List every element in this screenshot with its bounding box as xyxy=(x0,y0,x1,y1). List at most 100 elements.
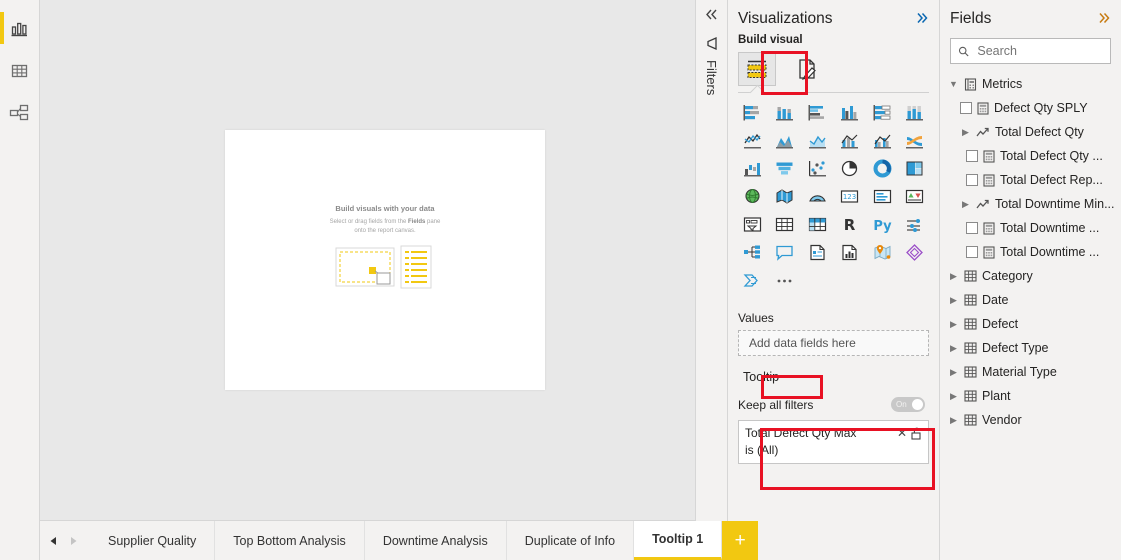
visual-type-decomposition-tree[interactable] xyxy=(736,239,769,265)
page-tab-downtime-analysis[interactable]: Downtime Analysis xyxy=(364,521,507,560)
report-canvas[interactable]: Build visuals with your data Select or d… xyxy=(225,130,545,390)
chevron-right-icon[interactable]: ▶ xyxy=(948,271,959,282)
field-label: Total Defect Rep... xyxy=(1000,173,1103,187)
build-visual-tab[interactable] xyxy=(738,52,776,86)
visual-type-100-stacked-column-chart[interactable] xyxy=(899,99,932,125)
field-checkbox[interactable] xyxy=(966,246,978,258)
visual-type-q-and-a[interactable] xyxy=(769,239,802,265)
field-tree-item-total-downtime-2[interactable]: Total Downtime ... xyxy=(940,240,1121,264)
field-tree-item-metrics[interactable]: ▼ Metrics xyxy=(940,72,1121,96)
visual-type-narrative[interactable] xyxy=(801,239,834,265)
field-checkbox[interactable] xyxy=(966,222,978,234)
prev-page-button[interactable] xyxy=(46,534,60,548)
visual-type-treemap[interactable] xyxy=(899,155,932,181)
field-tree-item-category[interactable]: ▶ Category xyxy=(940,264,1121,288)
visual-type-arcgis-map[interactable] xyxy=(801,183,834,209)
format-visual-tab[interactable] xyxy=(788,52,826,86)
expand-visualizations-button[interactable] xyxy=(915,11,929,27)
chevron-down-icon[interactable]: ▼ xyxy=(948,79,959,89)
visual-type-slicer[interactable] xyxy=(736,211,769,237)
visual-type-100-stacked-bar-chart[interactable] xyxy=(866,99,899,125)
add-page-button[interactable]: + xyxy=(722,521,759,560)
visual-type-multi-row-card[interactable] xyxy=(866,183,899,209)
visual-type-key-influencers[interactable] xyxy=(899,211,932,237)
visual-type-more-button[interactable] xyxy=(769,267,802,293)
filter-card-lock-button[interactable] xyxy=(911,427,922,440)
visual-type-filled-map[interactable] xyxy=(769,183,802,209)
chevron-right-icon[interactable]: ▶ xyxy=(948,415,959,426)
rail-item-report-view[interactable] xyxy=(0,8,40,48)
visual-type-kpi[interactable] xyxy=(899,183,932,209)
visual-type-area-chart[interactable] xyxy=(769,127,802,153)
rail-item-data-view[interactable] xyxy=(0,50,40,90)
values-drop-zone[interactable]: Add data fields here xyxy=(738,330,929,356)
visual-type-funnel-chart[interactable] xyxy=(769,155,802,181)
visual-type-gallery: 123 R Py xyxy=(728,93,939,301)
visual-type-power-automate[interactable] xyxy=(736,267,769,293)
page-tab-tooltip-1[interactable]: Tooltip 1 xyxy=(634,521,723,560)
visual-type-clustered-bar-chart[interactable] xyxy=(801,99,834,125)
filters-pane-label[interactable]: Filters xyxy=(704,60,719,95)
build-tabs-underline xyxy=(738,92,929,93)
page-tab-duplicate-of-info[interactable]: Duplicate of Info xyxy=(506,521,635,560)
visual-type-line-and-clustered-column-chart[interactable] xyxy=(866,127,899,153)
field-checkbox[interactable] xyxy=(966,150,978,162)
page-tab-supplier-quality[interactable]: Supplier Quality xyxy=(90,521,216,560)
field-tree-item-defect-type[interactable]: ▶ Defect Type xyxy=(940,336,1121,360)
visual-type-map[interactable] xyxy=(736,183,769,209)
triangle-left-icon xyxy=(50,536,56,545)
chevron-right-icon[interactable]: ▶ xyxy=(948,295,959,306)
chevron-right-icon[interactable]: ▶ xyxy=(948,367,959,378)
keep-all-filters-toggle[interactable]: On xyxy=(891,397,925,412)
visual-type-scatter-chart[interactable] xyxy=(801,155,834,181)
visual-type-card[interactable]: 123 xyxy=(834,183,867,209)
chevron-right-icon[interactable]: ▶ xyxy=(960,199,971,210)
field-tree-item-total-downtime-min-folder[interactable]: ▶ Total Downtime Min... xyxy=(940,192,1121,216)
field-tree-item-material-type[interactable]: ▶ Material Type xyxy=(940,360,1121,384)
visual-type-clustered-column-chart[interactable] xyxy=(834,99,867,125)
field-checkbox[interactable] xyxy=(960,102,972,114)
field-tree-item-total-defect-qty-measure[interactable]: Total Defect Qty ... xyxy=(940,144,1121,168)
visual-type-r-script-visual[interactable]: R xyxy=(834,211,867,237)
collapse-filters-button[interactable] xyxy=(704,8,719,24)
visual-type-power-apps[interactable] xyxy=(899,239,932,265)
visual-type-line-and-stacked-column-chart[interactable] xyxy=(834,127,867,153)
expand-fields-button[interactable] xyxy=(1097,11,1111,27)
visual-type-stacked-column-chart[interactable] xyxy=(769,99,802,125)
visual-type-line-chart[interactable] xyxy=(736,127,769,153)
field-checkbox[interactable] xyxy=(966,174,978,186)
filters-pane-collapsed: Filters xyxy=(696,0,728,560)
chevron-right-icon[interactable]: ▶ xyxy=(948,391,959,402)
visual-type-donut-chart[interactable] xyxy=(866,155,899,181)
field-tree-item-total-defect-rep[interactable]: Total Defect Rep... xyxy=(940,168,1121,192)
fields-search-box[interactable] xyxy=(950,38,1111,64)
visual-type-table[interactable] xyxy=(769,211,802,237)
chevron-right-icon[interactable]: ▶ xyxy=(948,319,959,330)
chevron-right-icon[interactable]: ▶ xyxy=(960,127,971,138)
filter-funnel-glyph-icon xyxy=(707,37,717,50)
rail-item-model-view[interactable] xyxy=(0,92,40,132)
visual-type-waterfall-chart[interactable] xyxy=(736,155,769,181)
filter-funnel-icon[interactable] xyxy=(704,36,719,54)
tooltip-filter-card[interactable]: Total Defect Qty Max ✕ is (All) xyxy=(738,420,929,464)
page-tab-top-bottom-analysis[interactable]: Top Bottom Analysis xyxy=(215,521,365,560)
visual-type-stacked-bar-chart[interactable] xyxy=(736,99,769,125)
field-tree-item-total-downtime-1[interactable]: Total Downtime ... xyxy=(940,216,1121,240)
visual-type-pie-chart[interactable] xyxy=(834,155,867,181)
visual-type-matrix[interactable] xyxy=(801,211,834,237)
visual-type-azure-map[interactable] xyxy=(866,239,899,265)
visual-type-ribbon-chart[interactable] xyxy=(899,127,932,153)
field-tree-item-date[interactable]: ▶ Date xyxy=(940,288,1121,312)
next-page-button[interactable] xyxy=(66,534,80,548)
field-tree-item-plant[interactable]: ▶ Plant xyxy=(940,384,1121,408)
chevron-right-icon[interactable]: ▶ xyxy=(948,343,959,354)
field-tree-item-vendor[interactable]: ▶ Vendor xyxy=(940,408,1121,432)
field-tree-item-defect[interactable]: ▶ Defect xyxy=(940,312,1121,336)
field-tree-item-total-defect-qty-folder[interactable]: ▶ Total Defect Qty xyxy=(940,120,1121,144)
visual-type-stacked-area-chart[interactable] xyxy=(801,127,834,153)
fields-search-input[interactable] xyxy=(975,43,1103,59)
field-tree-item-defect-qty-sply[interactable]: Defect Qty SPLY xyxy=(940,96,1121,120)
filter-card-remove-button[interactable]: ✕ xyxy=(895,426,909,440)
visual-type-python-visual[interactable]: Py xyxy=(866,211,899,237)
visual-type-paginated-report[interactable] xyxy=(834,239,867,265)
